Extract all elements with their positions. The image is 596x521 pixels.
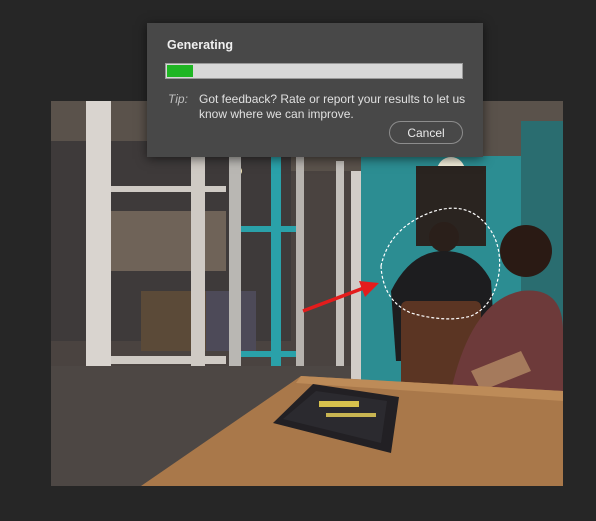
tip-text: Got feedback? Rate or report your result… (199, 92, 466, 121)
progress-bar (165, 63, 463, 79)
progress-bar-fill (167, 65, 193, 77)
tip-label: Tip: (168, 92, 188, 106)
cancel-button[interactable]: Cancel (389, 121, 463, 144)
photo-canvas[interactable] (51, 101, 563, 486)
generating-dialog: Generating Tip: Got feedback? Rate or re… (147, 23, 483, 157)
dialog-title: Generating (167, 38, 233, 52)
